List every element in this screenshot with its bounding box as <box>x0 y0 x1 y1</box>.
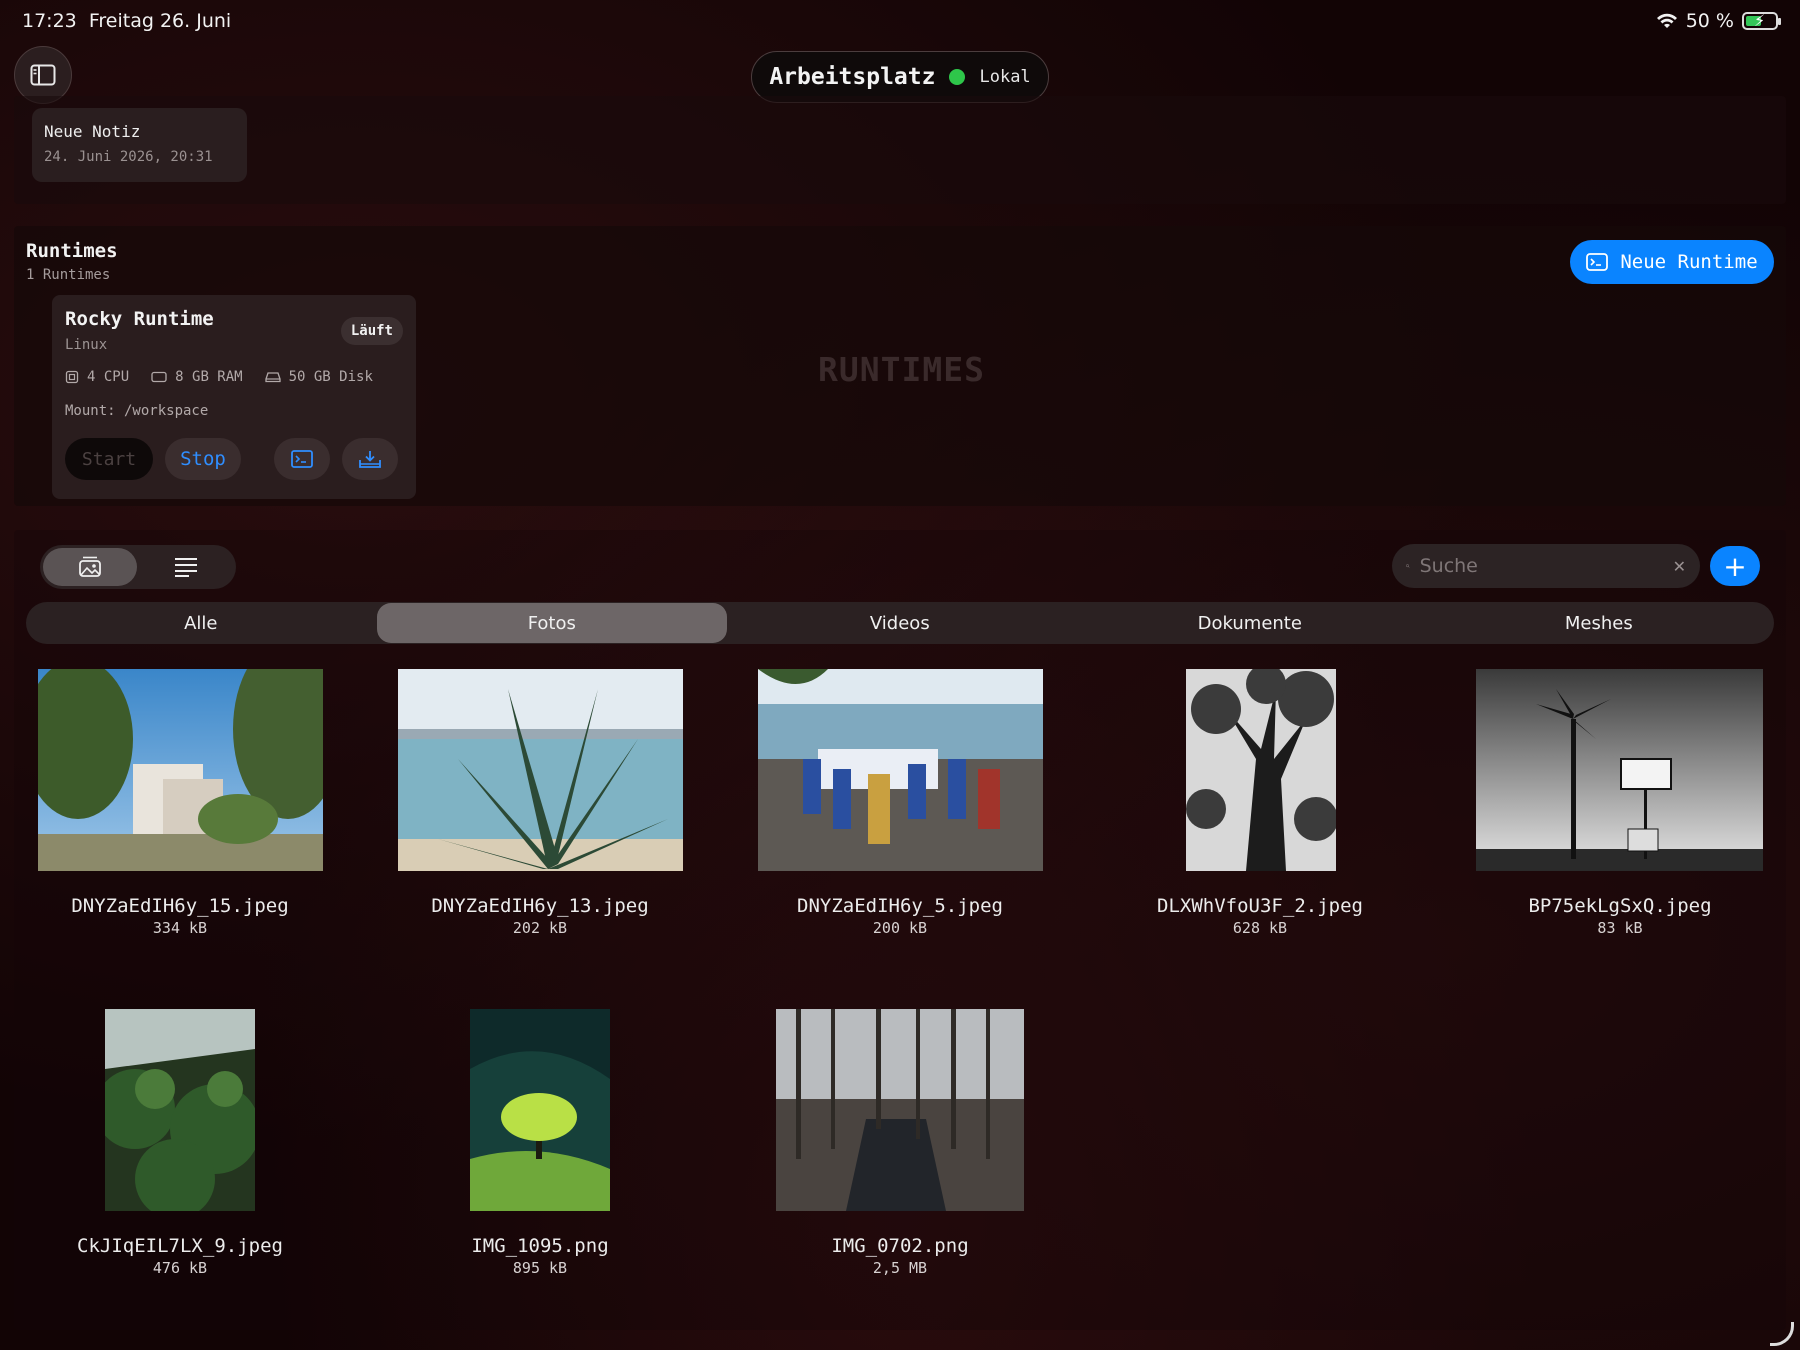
search-field[interactable]: ✕ <box>1392 544 1700 588</box>
seaside-tables-photo-icon <box>758 669 1043 871</box>
note-card[interactable]: Neue Notiz 24. Juni 2026, 20:31 <box>32 108 247 182</box>
tab-meshes[interactable]: Meshes <box>1424 602 1774 644</box>
cpu-label: 4 CPU <box>87 369 130 385</box>
status-date: Freitag 26. Juni <box>88 10 232 32</box>
clear-search-icon[interactable]: ✕ <box>1673 557 1686 576</box>
green-tree-hill-image-icon <box>470 1009 610 1211</box>
add-file-button[interactable]: + <box>1710 546 1760 586</box>
location-label: Lokal <box>979 67 1031 87</box>
runtime-specs: 4 CPU 8 GB RAM 50 GB Disk <box>65 369 373 385</box>
file-name: DNYZaEdIH6y_13.jpeg <box>431 895 649 917</box>
file-item[interactable]: DNYZaEdIH6y_15.jpeg 334 kB <box>30 668 330 948</box>
list-icon <box>175 558 197 577</box>
park-buildings-photo-icon <box>38 669 323 871</box>
battery-percent: 50 % <box>1685 10 1734 32</box>
swamp-forest-photo-icon <box>776 1009 1024 1211</box>
file-item[interactable]: DNYZaEdIH6y_13.jpeg 202 kB <box>390 668 690 948</box>
disk-label: 50 GB Disk <box>288 369 373 385</box>
greenhouse-photo-icon <box>105 1009 255 1211</box>
wifi-icon <box>1656 13 1677 28</box>
file-item[interactable]: IMG_0702.png 2,5 MB <box>750 1008 1050 1288</box>
note-title: Neue Notiz <box>44 122 141 141</box>
file-size: 83 kB <box>1597 919 1643 937</box>
palm-leaves-sea-photo-icon <box>398 669 683 871</box>
battery-icon: ⚡ <box>1742 11 1781 30</box>
file-size: 200 kB <box>872 919 928 937</box>
download-button[interactable] <box>342 438 398 480</box>
file-size: 628 kB <box>1232 919 1288 937</box>
workspace-title: Arbeitsplatz <box>769 64 936 90</box>
file-name: DNYZaEdIH6y_5.jpeg <box>797 895 1003 917</box>
file-name: BP75ekLgSxQ.jpeg <box>1528 895 1712 917</box>
ram-label: 8 GB RAM <box>175 369 243 385</box>
mount-path: Mount: /workspace <box>65 403 209 419</box>
resize-corner-icon[interactable] <box>1770 1322 1794 1346</box>
runtimes-watermark: RUNTIMES <box>818 350 985 389</box>
file-item[interactable]: CkJIqEIL7LX_9.jpeg 476 kB <box>30 1008 330 1288</box>
file-name: IMG_1095.png <box>471 1235 609 1257</box>
sidebar-icon <box>30 64 56 86</box>
new-runtime-button[interactable]: Neue Runtime <box>1570 240 1774 284</box>
tab-fotos[interactable]: Fotos <box>377 603 727 643</box>
photo-gallery-icon <box>79 556 101 577</box>
file-size: 476 kB <box>152 1259 208 1277</box>
stop-button[interactable]: Stop <box>165 438 241 480</box>
terminal-icon <box>291 450 313 468</box>
tab-alle[interactable]: Alle <box>26 602 376 644</box>
file-item[interactable]: IMG_1095.png 895 kB <box>390 1008 690 1288</box>
download-tray-icon <box>359 451 381 468</box>
bw-tree-photo-icon <box>1186 669 1336 871</box>
file-type-filter[interactable]: Alle Fotos Videos Dokumente Meshes <box>26 602 1774 644</box>
motel-sign-photo-icon <box>1476 669 1763 871</box>
file-name: IMG_0702.png <box>831 1235 969 1257</box>
file-size: 895 kB <box>512 1259 568 1277</box>
start-button[interactable]: Start <box>65 438 153 480</box>
file-size: 202 kB <box>512 919 568 937</box>
notes-panel <box>14 96 1786 204</box>
file-name: DLXWhVfoU3F_2.jpeg <box>1157 895 1363 917</box>
search-icon <box>1406 564 1410 568</box>
terminal-icon <box>1586 253 1609 271</box>
runtimes-count: 1 Runtimes <box>26 267 111 283</box>
file-size: 334 kB <box>152 919 208 937</box>
gallery-view-button[interactable] <box>43 548 137 586</box>
runtime-card[interactable]: Rocky Runtime Linux Läuft 4 CPU 8 GB RAM… <box>52 295 416 499</box>
plus-icon: + <box>1723 549 1747 583</box>
open-terminal-button[interactable] <box>274 438 330 480</box>
status-indicators: 50 % ⚡ <box>1656 10 1781 32</box>
tab-videos[interactable]: Videos <box>725 602 1075 644</box>
search-input[interactable] <box>1419 555 1663 577</box>
list-view-button[interactable] <box>139 548 233 586</box>
note-date: 24. Juni 2026, 20:31 <box>44 149 213 165</box>
file-size: 2,5 MB <box>872 1259 928 1277</box>
status-dot <box>949 69 966 85</box>
status-badge: Läuft <box>340 317 403 345</box>
file-name: CkJIqEIL7LX_9.jpeg <box>77 1235 283 1257</box>
runtimes-heading: Runtimes <box>26 240 118 262</box>
cpu-icon <box>65 370 79 384</box>
file-name: DNYZaEdIH6y_15.jpeg <box>71 895 289 917</box>
memory-icon <box>151 371 167 383</box>
runtime-name: Rocky Runtime <box>65 308 214 330</box>
new-runtime-label: Neue Runtime <box>1620 251 1758 273</box>
file-item[interactable]: DLXWhVfoU3F_2.jpeg 628 kB <box>1110 668 1410 948</box>
disk-icon <box>264 372 281 383</box>
file-item[interactable]: BP75ekLgSxQ.jpeg 83 kB <box>1470 668 1770 948</box>
status-time: 17:23 Freitag 26. Juni <box>22 10 232 32</box>
runtime-os: Linux <box>65 337 108 353</box>
view-mode-toggle[interactable] <box>40 545 236 589</box>
file-item[interactable]: DNYZaEdIH6y_5.jpeg 200 kB <box>750 668 1050 948</box>
tab-dokumente[interactable]: Dokumente <box>1075 602 1425 644</box>
